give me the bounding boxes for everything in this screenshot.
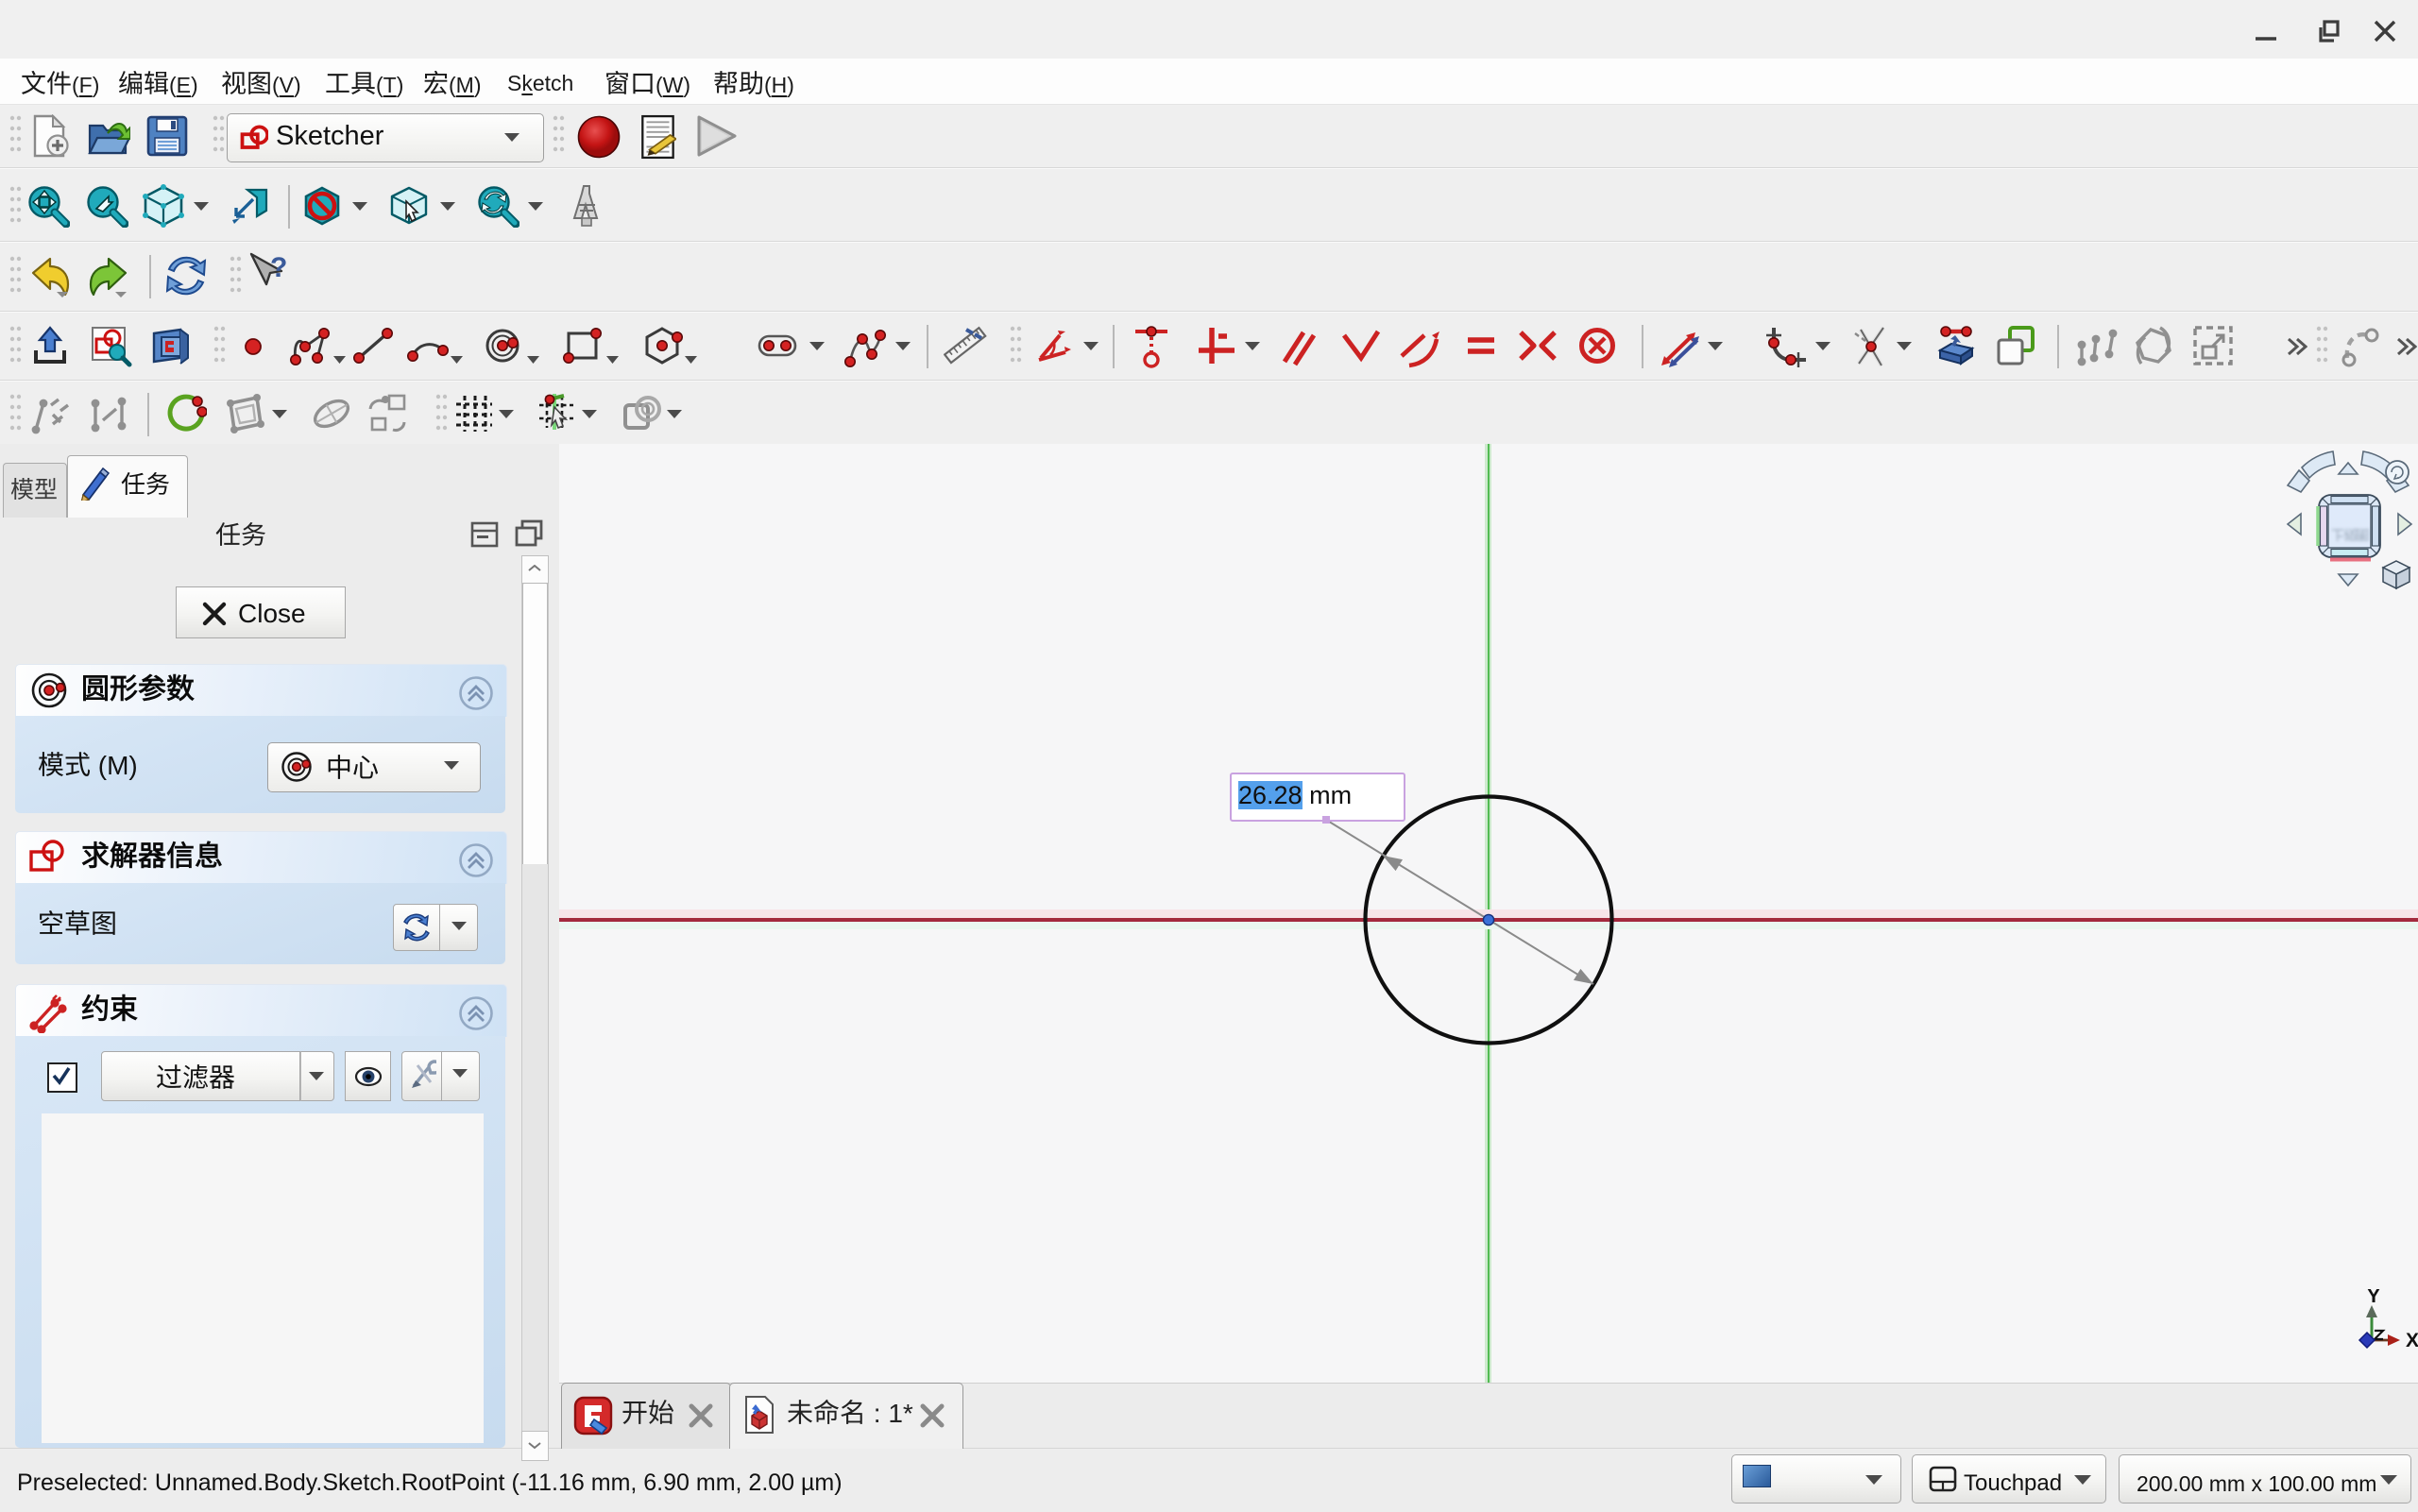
svg-text:X: X: [2406, 1330, 2418, 1351]
svg-text:?: ?: [270, 252, 287, 283]
svg-text:Y: Y: [2367, 1289, 2380, 1307]
